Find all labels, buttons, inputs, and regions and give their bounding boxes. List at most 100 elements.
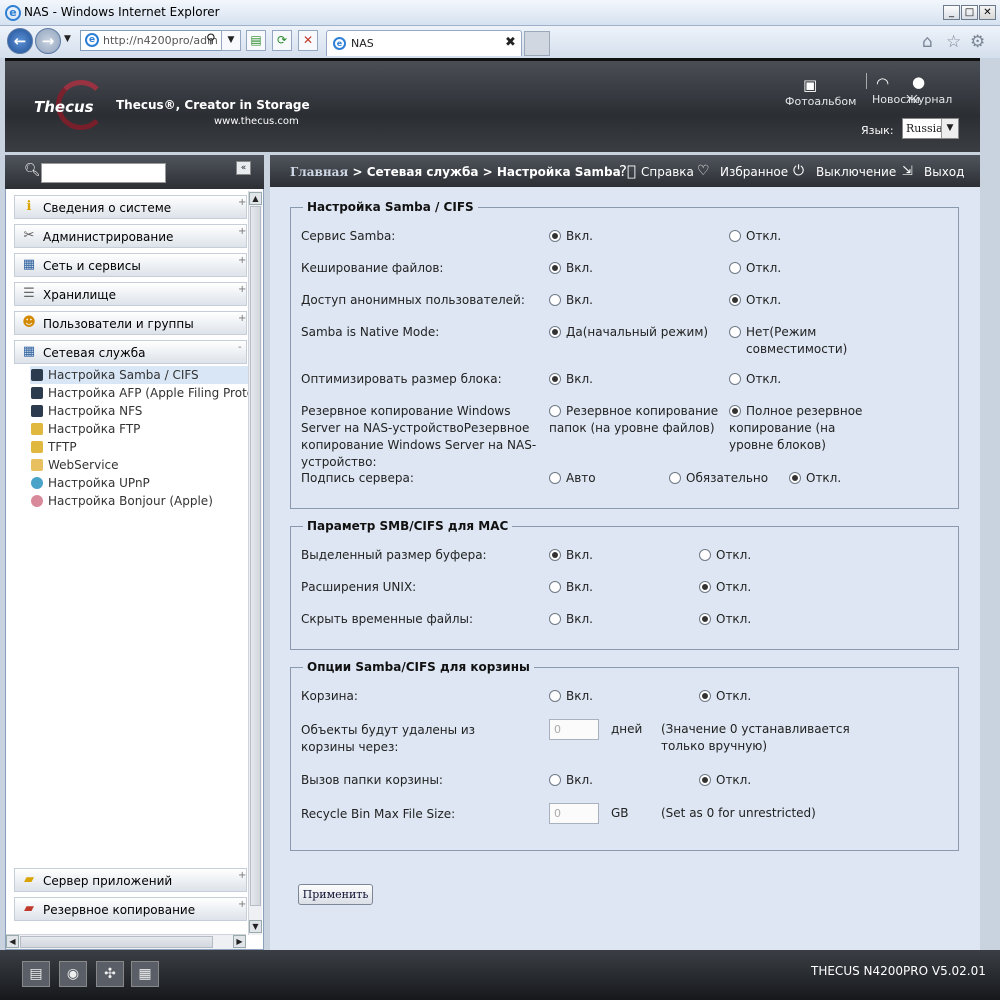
- expand-icon[interactable]: +: [238, 313, 246, 324]
- tab-close-button[interactable]: ✖: [505, 35, 516, 50]
- close-window-button[interactable]: ✕: [979, 5, 996, 20]
- signing-mandatory-radio[interactable]: [669, 472, 681, 484]
- hide-temp-off-radio[interactable]: [699, 613, 711, 625]
- refresh-icon[interactable]: ⟳: [272, 30, 292, 51]
- browser-tab[interactable]: NAS: [326, 30, 522, 56]
- help-link[interactable]: Справка: [641, 165, 694, 179]
- expand-icon[interactable]: +: [238, 197, 246, 208]
- recycle-bin-on-radio[interactable]: [549, 690, 561, 702]
- backup-icon: ▰: [24, 901, 34, 916]
- sidebar-subitem-samba[interactable]: Настройка Samba / CIFS: [30, 366, 248, 384]
- log-icon[interactable]: ●: [912, 73, 925, 91]
- sidebar-item-system-info[interactable]: Сведения о системе: [14, 195, 247, 219]
- favorites-link[interactable]: Избранное: [720, 165, 788, 179]
- scroll-up-icon[interactable]: ▲: [249, 192, 262, 205]
- maximize-button[interactable]: □: [961, 5, 978, 20]
- signing-off-label: Откл.: [806, 471, 842, 485]
- minimize-button[interactable]: _: [943, 5, 960, 20]
- sidebar-subitem-upnp[interactable]: Настройка UPnP: [30, 474, 248, 492]
- scroll-down-icon[interactable]: ▼: [249, 920, 262, 933]
- native-mode-yes-radio[interactable]: [549, 326, 561, 338]
- fan-icon[interactable]: ✣: [96, 961, 124, 987]
- signing-off-radio[interactable]: [789, 472, 801, 484]
- sidebar-subitem-bonjour[interactable]: Настройка Bonjour (Apple): [30, 492, 248, 510]
- forward-button[interactable]: →: [35, 28, 61, 54]
- help-icon[interactable]: ?⃝: [619, 162, 636, 180]
- sidebar-item-app-server[interactable]: Сервер приложений: [14, 868, 247, 892]
- sidebar-subitem-nfs[interactable]: Настройка NFS: [30, 402, 248, 420]
- logout-icon[interactable]: ⇲: [902, 164, 913, 179]
- photo-album-icon[interactable]: ▣: [803, 76, 817, 94]
- back-button[interactable]: ←: [7, 28, 33, 54]
- unix-ext-on-radio[interactable]: [549, 581, 561, 593]
- network-status-icon[interactable]: ▦: [131, 961, 159, 987]
- search-icon[interactable]: ⚲: [206, 32, 216, 47]
- sidebar-subitem-webservice[interactable]: WebService: [30, 456, 248, 474]
- logout-link[interactable]: Выход: [924, 165, 964, 179]
- buffer-size-off-radio[interactable]: [699, 549, 711, 561]
- buffer-size-on-radio[interactable]: [549, 549, 561, 561]
- breadcrumb-home-link[interactable]: Главная: [290, 165, 348, 179]
- file-cache-on-radio[interactable]: [549, 262, 561, 274]
- favorites-star-icon[interactable]: ☆: [946, 32, 961, 52]
- sidebar-item-administration[interactable]: Администрирование: [14, 224, 247, 248]
- apply-button[interactable]: Применить: [298, 884, 373, 905]
- signing-auto-radio[interactable]: [549, 472, 561, 484]
- expand-icon[interactable]: +: [238, 284, 246, 295]
- sidebar-item-storage[interactable]: Хранилище: [14, 282, 247, 306]
- disk-icon[interactable]: ◉: [59, 961, 87, 987]
- anon-access-off-radio[interactable]: [729, 294, 741, 306]
- recycle-call-off-radio[interactable]: [699, 774, 711, 786]
- expand-icon[interactable]: +: [238, 899, 246, 910]
- expand-icon[interactable]: +: [238, 870, 246, 881]
- scroll-left-icon[interactable]: ◀: [6, 935, 19, 948]
- photo-album-link[interactable]: Фотоальбом: [785, 95, 856, 108]
- history-dropdown-icon[interactable]: ▼: [64, 34, 71, 44]
- address-bar[interactable]: http://n4200pro/adm: [80, 30, 240, 51]
- sidebar-subitem-ftp[interactable]: Настройка FTP: [30, 420, 248, 438]
- power-icon[interactable]: ⏻: [793, 163, 804, 179]
- block-size-on-label: Вкл.: [566, 372, 593, 386]
- expand-icon[interactable]: +: [238, 226, 246, 237]
- file-cache-label: Кеширование файлов:: [301, 261, 444, 275]
- block-size-off-radio[interactable]: [729, 373, 741, 385]
- samba-service-on-radio[interactable]: [549, 230, 561, 242]
- tab-label: NAS: [351, 37, 374, 50]
- address-dropdown-icon[interactable]: ▼: [221, 30, 241, 51]
- recycle-call-on-radio[interactable]: [549, 774, 561, 786]
- sidebar-subitem-afp[interactable]: Настройка AFP (Apple Filing Protocol): [30, 384, 248, 402]
- sidebar-item-users[interactable]: Пользователи и группы: [14, 311, 247, 335]
- rss-icon[interactable]: ◠: [876, 74, 889, 92]
- scrollbar-thumb[interactable]: [250, 206, 261, 906]
- server-icon[interactable]: ▤: [22, 961, 50, 987]
- collapse-sidebar-icon[interactable]: «: [236, 161, 251, 175]
- expand-icon[interactable]: +: [238, 255, 246, 266]
- sidebar-item-network-service[interactable]: Сетевая служба: [14, 340, 247, 364]
- sidebar-item-backup[interactable]: Резервное копирование: [14, 897, 247, 921]
- heart-icon[interactable]: ♡: [697, 163, 710, 179]
- block-size-on-radio[interactable]: [549, 373, 561, 385]
- sidebar-subitem-tftp[interactable]: TFTP: [30, 438, 248, 456]
- chevron-down-icon[interactable]: ▼: [941, 119, 958, 138]
- hscrollbar-thumb[interactable]: [20, 936, 213, 948]
- delete-after-input[interactable]: 0: [549, 719, 599, 740]
- hide-temp-on-radio[interactable]: [549, 613, 561, 625]
- collapse-icon[interactable]: -: [238, 342, 242, 353]
- samba-service-off-radio[interactable]: [729, 230, 741, 242]
- new-tab-button[interactable]: [524, 31, 550, 56]
- home-icon[interactable]: ⌂: [922, 32, 933, 52]
- tools-gear-icon[interactable]: ⚙: [970, 32, 985, 52]
- menu-search-input[interactable]: [41, 163, 166, 183]
- file-cache-off-radio[interactable]: [729, 262, 741, 274]
- scroll-right-icon[interactable]: ▶: [233, 935, 246, 948]
- unix-ext-off-radio[interactable]: [699, 581, 711, 593]
- max-size-input[interactable]: 0: [549, 803, 599, 824]
- recycle-bin-off-radio[interactable]: [699, 690, 711, 702]
- log-link[interactable]: Журнал: [906, 93, 952, 106]
- samba-icon: [31, 369, 43, 381]
- shutdown-link[interactable]: Выключение: [816, 165, 896, 179]
- anon-access-on-radio[interactable]: [549, 294, 561, 306]
- stop-icon[interactable]: ✕: [298, 30, 318, 51]
- compat-view-icon[interactable]: ▤: [246, 30, 266, 51]
- sidebar-item-network[interactable]: Сеть и сервисы: [14, 253, 247, 277]
